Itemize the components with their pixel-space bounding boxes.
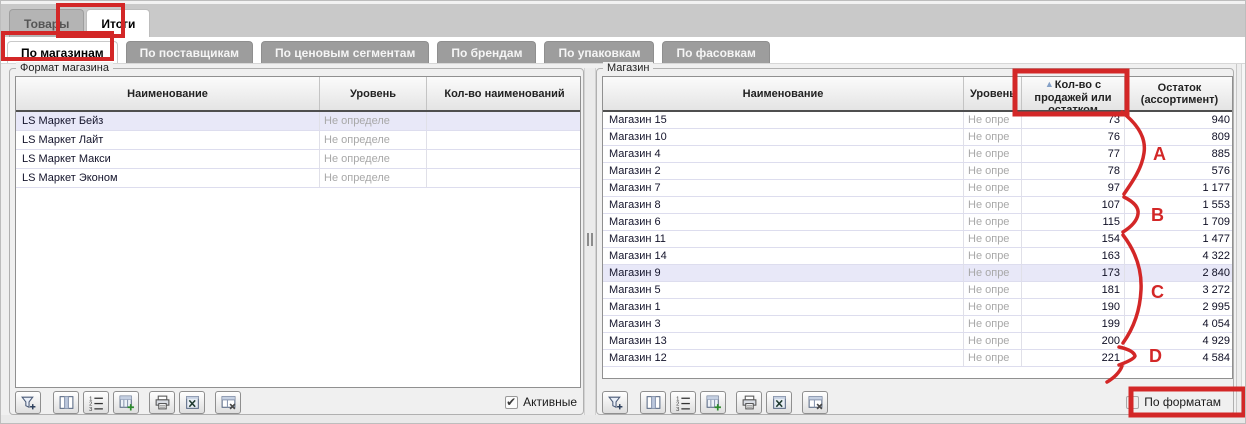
table-row[interactable]: Магазин 8 Не опре 107 1 553 [603, 197, 1232, 214]
sort-ascending-icon: ▲ [1045, 78, 1054, 91]
excel-export-icon [771, 394, 788, 411]
main-tab[interactable]: Итоги [86, 9, 150, 37]
left-toolbar: 123 [15, 391, 241, 414]
print-icon [154, 394, 171, 411]
table-row[interactable]: LS Маркет Лайт Не определе [16, 131, 580, 150]
active-checkbox-row: Активные [505, 395, 577, 409]
table-clear-button[interactable] [802, 391, 828, 414]
table-row[interactable]: Магазин 2 Не опре 78 576 [603, 163, 1232, 180]
store-table-header: Наименование Уровень ▲Кол-во с продажей … [603, 77, 1232, 112]
table-row[interactable]: LS Маркет Бейз Не определе [16, 112, 580, 131]
row-numbers-icon: 123 [675, 394, 692, 411]
print-button[interactable] [149, 391, 175, 414]
row-numbers-button[interactable]: 123 [670, 391, 696, 414]
column-header-qty-sorted[interactable]: ▲Кол-во с продажей или остатком [1022, 77, 1125, 110]
sub-tab[interactable]: По магазинам [7, 41, 118, 63]
table-row[interactable]: Магазин 5 Не опре 181 3 272 [603, 282, 1232, 299]
sub-tab[interactable]: По ценовым сегментам [261, 41, 429, 63]
excel-export-button[interactable] [179, 391, 205, 414]
filter-add-icon [20, 394, 37, 411]
table-row[interactable]: Магазин 15 Не опре 73 940 [603, 112, 1232, 129]
splitter-grip-icon [587, 233, 593, 246]
formats-checkbox[interactable] [1126, 396, 1139, 409]
store-panel-title: Магазин [603, 62, 653, 74]
store-format-panel: Формат магазина Наименование Уровень Кол… [9, 68, 584, 415]
formats-checkbox-row: По форматам [1126, 395, 1221, 409]
column-header-stock[interactable]: Остаток (ассортимент) [1125, 77, 1233, 110]
filter-add-button[interactable] [15, 391, 41, 414]
sub-tab[interactable]: По упаковкам [544, 41, 654, 63]
sub-tab[interactable]: По фасовкам [662, 41, 769, 63]
table-row[interactable]: Магазин 7 Не опре 97 1 177 [603, 180, 1232, 197]
table-row[interactable]: Магазин 13 Не опре 200 4 929 [603, 333, 1232, 350]
columns-icon [645, 394, 662, 411]
table-clear-icon [220, 394, 237, 411]
table-row[interactable]: Магазин 11 Не опре 154 1 477 [603, 231, 1232, 248]
store-format-table-header: Наименование Уровень Кол-во наименований [16, 77, 580, 112]
columns-button[interactable] [640, 391, 666, 414]
active-checkbox[interactable] [505, 396, 518, 409]
app-window: ТоварыИтоги По магазинамПо поставщикамПо… [0, 0, 1246, 424]
table-row[interactable]: Магазин 10 Не опре 76 809 [603, 129, 1232, 146]
print-icon [741, 394, 758, 411]
table-row[interactable]: Магазин 9 Не опре 173 2 840 [603, 265, 1232, 282]
row-numbers-icon: 123 [88, 394, 105, 411]
columns-button[interactable] [53, 391, 79, 414]
column-header-level[interactable]: Уровень [964, 77, 1022, 110]
sub-tab[interactable]: По поставщикам [126, 41, 253, 63]
table-add-button[interactable] [700, 391, 726, 414]
table-add-button[interactable] [113, 391, 139, 414]
svg-text:3: 3 [89, 407, 92, 411]
right-edge-splitter[interactable] [1236, 64, 1246, 416]
table-row[interactable]: Магазин 12 Не опре 221 4 584 [603, 350, 1232, 367]
formats-checkbox-label: По форматам [1144, 395, 1221, 409]
table-row[interactable]: Магазин 6 Не опре 115 1 709 [603, 214, 1232, 231]
main-tab-bar: ТоварыИтоги [1, 4, 1245, 37]
main-tab[interactable]: Товары [9, 9, 84, 37]
svg-text:3: 3 [676, 407, 679, 411]
print-button[interactable] [736, 391, 762, 414]
column-header-count[interactable]: Кол-во наименований [427, 77, 581, 110]
column-header-level[interactable]: Уровень [320, 77, 427, 110]
table-row[interactable]: Магазин 3 Не опре 199 4 054 [603, 316, 1232, 333]
table-add-icon [118, 394, 135, 411]
filter-add-icon [607, 394, 624, 411]
vertical-splitter[interactable] [584, 68, 596, 415]
store-format-panel-title: Формат магазина [16, 62, 113, 74]
store-format-rows: LS Маркет Бейз Не определе LS Маркет Лай… [16, 112, 580, 188]
table-row[interactable]: Магазин 14 Не опре 163 4 322 [603, 248, 1232, 265]
table-row[interactable]: LS Маркет Макси Не определе [16, 150, 580, 169]
column-header-name[interactable]: Наименование [603, 77, 964, 110]
sub-tab[interactable]: По брендам [437, 41, 536, 63]
columns-icon [58, 394, 75, 411]
right-toolbar: 123 [602, 391, 828, 414]
excel-export-button[interactable] [766, 391, 792, 414]
store-rows: Магазин 15 Не опре 73 940 Магазин 10 Не … [603, 112, 1232, 367]
store-format-table: Наименование Уровень Кол-во наименований… [15, 76, 581, 388]
filter-add-button[interactable] [602, 391, 628, 414]
table-row[interactable]: LS Маркет Эконом Не определе [16, 169, 580, 188]
table-add-icon [705, 394, 722, 411]
active-checkbox-label: Активные [523, 395, 577, 409]
content-area: Формат магазина Наименование Уровень Кол… [1, 63, 1245, 415]
table-row[interactable]: Магазин 1 Не опре 190 2 995 [603, 299, 1232, 316]
store-table: Наименование Уровень ▲Кол-во с продажей … [602, 76, 1233, 379]
store-panel: Магазин Наименование Уровень ▲Кол-во с п… [596, 68, 1234, 415]
table-clear-button[interactable] [215, 391, 241, 414]
row-numbers-button[interactable]: 123 [83, 391, 109, 414]
excel-export-icon [184, 394, 201, 411]
table-clear-icon [807, 394, 824, 411]
sub-tab-bar: По магазинам По поставщикам По ценовым сег… [1, 37, 1245, 63]
column-header-name[interactable]: Наименование [16, 77, 320, 110]
table-row[interactable]: Магазин 4 Не опре 77 885 [603, 146, 1232, 163]
